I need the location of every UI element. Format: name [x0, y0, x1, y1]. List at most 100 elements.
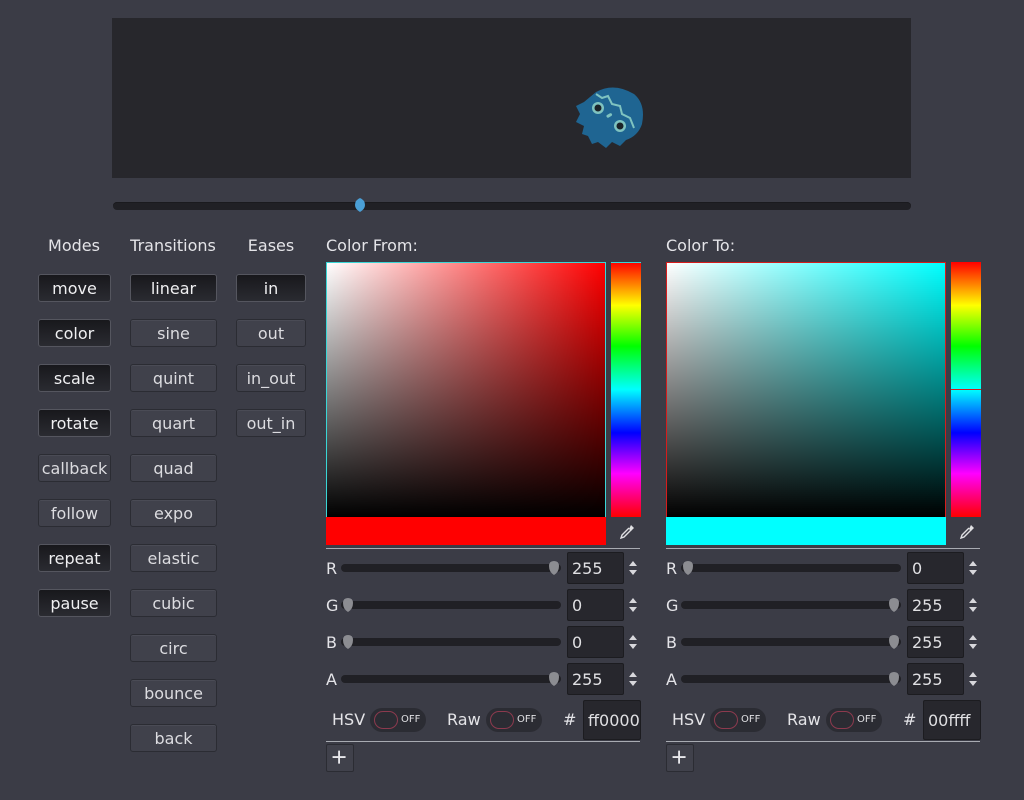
ease-button-out-in[interactable]: out_in — [236, 409, 306, 437]
color-to-color-preview — [666, 517, 946, 545]
color-to-slider-grabber-r[interactable] — [683, 561, 693, 575]
color-from-slider-g[interactable] — [341, 601, 561, 609]
color-from-slider-r[interactable] — [341, 564, 561, 572]
toggle-knob — [830, 711, 854, 729]
transition-button-sine[interactable]: sine — [130, 319, 217, 347]
mode-button-callback[interactable]: callback — [38, 454, 111, 482]
color-from-channel-label-a: A — [326, 670, 337, 689]
color-to-spin-arrows-icon-r[interactable] — [968, 559, 978, 577]
color-to-raw-toggle[interactable]: OFF — [826, 708, 882, 732]
color-from-slider-grabber-b[interactable] — [343, 635, 353, 649]
toggle-state-text: OFF — [517, 714, 537, 725]
transition-button-linear[interactable]: linear — [130, 274, 217, 302]
color-from-slider-grabber-r[interactable] — [549, 561, 559, 575]
godot-robot-logo-icon — [576, 87, 643, 148]
color-from-hex-input[interactable]: ff0000 — [583, 700, 641, 740]
color-to-add-preset-button[interactable] — [666, 744, 694, 772]
preview-viewport — [112, 18, 911, 178]
color-from-spin-arrows-icon-g[interactable] — [628, 596, 638, 614]
timeline-slider-track[interactable] — [113, 202, 911, 210]
color-from-spinbox-g[interactable]: 0 — [567, 589, 624, 621]
color-to-slider-grabber-g[interactable] — [889, 598, 899, 612]
color-from-eyedropper-icon[interactable] — [619, 524, 635, 540]
color-to-hue-marker[interactable] — [951, 389, 981, 390]
mode-button-scale[interactable]: scale — [38, 364, 111, 392]
transition-button-elastic[interactable]: elastic — [130, 544, 217, 572]
mode-button-pause[interactable]: pause — [38, 589, 111, 617]
mode-button-rotate[interactable]: rotate — [38, 409, 111, 437]
color-from-hue-slider[interactable] — [611, 262, 641, 517]
color-to-slider-r[interactable] — [681, 564, 901, 572]
transition-button-quart[interactable]: quart — [130, 409, 217, 437]
color-from-slider-a[interactable] — [341, 675, 561, 683]
color-from-label: Color From: — [326, 236, 418, 255]
color-to-saturation-value-picker[interactable] — [666, 262, 946, 517]
color-from-hue-marker[interactable] — [611, 262, 641, 263]
color-from-separator-bottom — [326, 741, 640, 742]
plus-icon — [672, 750, 686, 764]
color-from-channel-label-g: G — [326, 596, 339, 615]
color-to-spin-arrows-icon-g[interactable] — [968, 596, 978, 614]
color-to-channel-label-b: B — [666, 633, 677, 652]
color-to-label: Color To: — [666, 236, 736, 255]
color-from-spin-arrows-icon-a[interactable] — [628, 670, 638, 688]
timeline-slider-grabber[interactable] — [355, 198, 365, 212]
color-from-raw-label: Raw — [447, 710, 481, 729]
color-to-spinbox-a[interactable]: 255 — [907, 663, 964, 695]
color-from-saturation-value-picker[interactable] — [326, 262, 606, 517]
toggle-state-text: OFF — [857, 714, 877, 725]
ease-button-out[interactable]: out — [236, 319, 306, 347]
color-from-spin-arrows-icon-r[interactable] — [628, 559, 638, 577]
mode-button-follow[interactable]: follow — [38, 499, 111, 527]
color-from-hash-label: # — [563, 710, 577, 729]
mode-button-color[interactable]: color — [38, 319, 111, 347]
color-to-slider-grabber-b[interactable] — [889, 635, 899, 649]
color-to-slider-g[interactable] — [681, 601, 901, 609]
transition-button-quad[interactable]: quad — [130, 454, 217, 482]
color-to-slider-a[interactable] — [681, 675, 901, 683]
color-from-spinbox-r[interactable]: 255 — [567, 552, 624, 584]
mode-button-move[interactable]: move — [38, 274, 111, 302]
color-to-hash-label: # — [903, 710, 917, 729]
color-to-spinbox-r[interactable]: 0 — [907, 552, 964, 584]
color-from-slider-grabber-a[interactable] — [549, 672, 559, 686]
transition-button-expo[interactable]: expo — [130, 499, 217, 527]
color-from-add-preset-button[interactable] — [326, 744, 354, 772]
color-to-slider-b[interactable] — [681, 638, 901, 646]
modes-title: Modes — [48, 236, 100, 255]
color-from-channel-label-r: R — [326, 559, 338, 578]
color-to-channel-label-g: G — [666, 596, 679, 615]
color-to-hex-input[interactable]: 00ffff — [923, 700, 981, 740]
color-to-separator — [666, 548, 980, 549]
color-from-color-preview — [326, 517, 606, 545]
transitions-title: Transitions — [130, 236, 216, 255]
mode-button-repeat[interactable]: repeat — [38, 544, 111, 572]
color-to-slider-grabber-a[interactable] — [889, 672, 899, 686]
toggle-state-text: OFF — [401, 714, 421, 725]
color-from-channel-label-b: B — [326, 633, 337, 652]
color-from-spinbox-b[interactable]: 0 — [567, 626, 624, 658]
color-to-raw-label: Raw — [787, 710, 821, 729]
color-from-slider-b[interactable] — [341, 638, 561, 646]
color-to-spin-arrows-icon-b[interactable] — [968, 633, 978, 651]
color-from-slider-grabber-g[interactable] — [343, 598, 353, 612]
ease-button-in-out[interactable]: in_out — [236, 364, 306, 392]
color-from-raw-toggle[interactable]: OFF — [486, 708, 542, 732]
color-to-spinbox-g[interactable]: 255 — [907, 589, 964, 621]
transition-button-cubic[interactable]: cubic — [130, 589, 217, 617]
transition-button-back[interactable]: back — [130, 724, 217, 752]
color-from-hsv-label: HSV — [332, 710, 366, 729]
transition-button-circ[interactable]: circ — [130, 634, 217, 662]
color-to-eyedropper-icon[interactable] — [959, 524, 975, 540]
color-from-separator — [326, 548, 640, 549]
plus-icon — [332, 750, 346, 764]
color-to-spin-arrows-icon-a[interactable] — [968, 670, 978, 688]
color-to-spinbox-b[interactable]: 255 — [907, 626, 964, 658]
color-from-spinbox-a[interactable]: 255 — [567, 663, 624, 695]
color-to-hsv-toggle[interactable]: OFF — [710, 708, 766, 732]
color-from-hsv-toggle[interactable]: OFF — [370, 708, 426, 732]
transition-button-bounce[interactable]: bounce — [130, 679, 217, 707]
ease-button-in[interactable]: in — [236, 274, 306, 302]
color-from-spin-arrows-icon-b[interactable] — [628, 633, 638, 651]
transition-button-quint[interactable]: quint — [130, 364, 217, 392]
